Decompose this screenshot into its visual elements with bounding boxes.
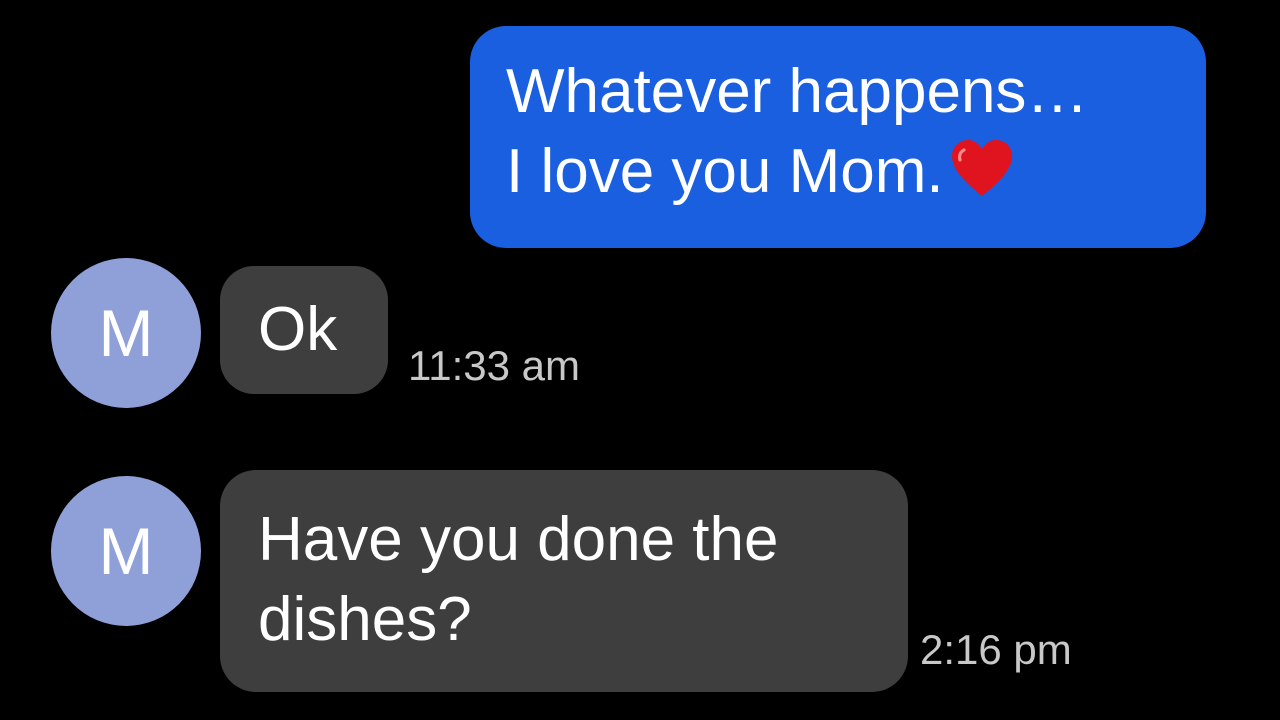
sent-message-line-2-text: I love you Mom. bbox=[506, 137, 944, 206]
received-message-bubble[interactable]: Have you done the dishes? bbox=[220, 470, 908, 692]
received-message-text: Ok bbox=[258, 295, 338, 364]
message-timestamp: 11:33 am bbox=[408, 342, 580, 389]
sent-message-line-1: Whatever happens… bbox=[506, 57, 1089, 126]
message-timestamp: 2:16 pm bbox=[920, 626, 1072, 673]
received-message-line-2: dishes? bbox=[258, 585, 472, 654]
contact-avatar[interactable]: M bbox=[51, 258, 201, 408]
contact-avatar[interactable]: M bbox=[51, 476, 201, 626]
red-heart-icon bbox=[951, 140, 1012, 196]
received-message-bubble[interactable]: Ok bbox=[220, 266, 388, 394]
sent-message-line-2: I love you Mom. bbox=[506, 132, 1206, 212]
received-message-line-1: Have you done the bbox=[258, 505, 779, 574]
sent-message-bubble[interactable]: Whatever happens… I love you Mom. bbox=[470, 26, 1206, 248]
